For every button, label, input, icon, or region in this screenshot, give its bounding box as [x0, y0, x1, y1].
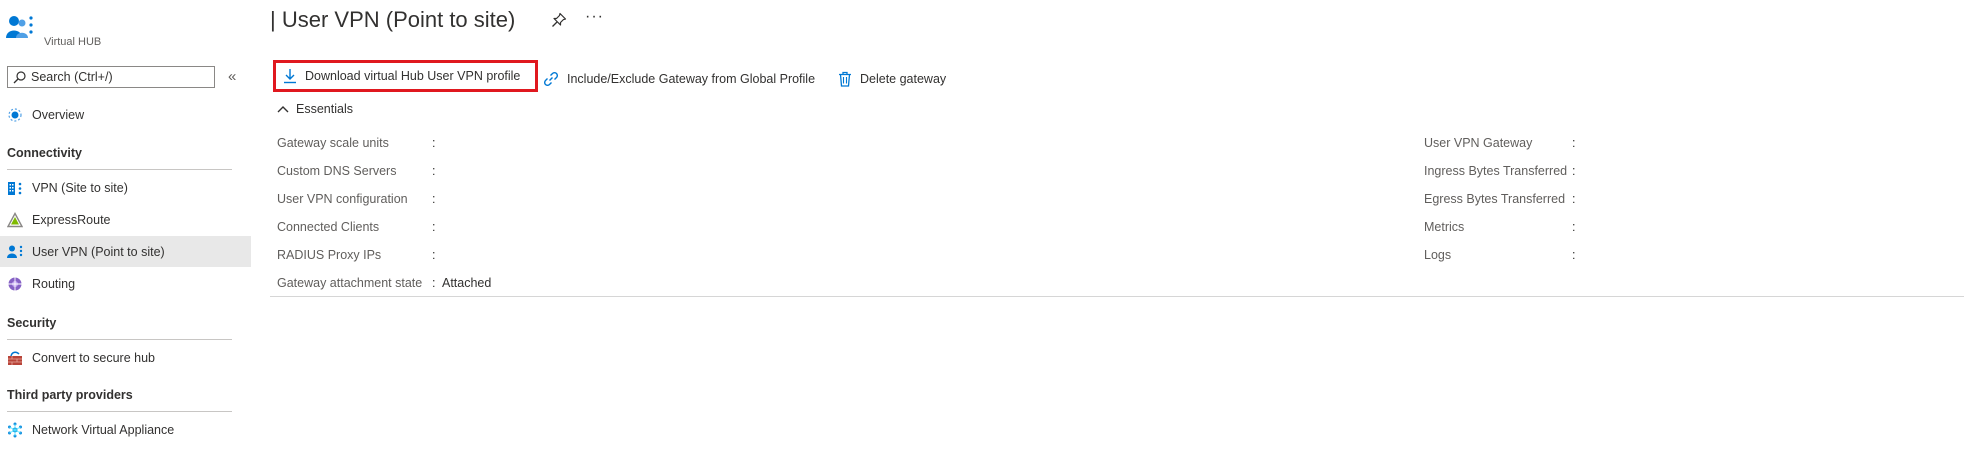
routing-icon [7, 276, 23, 292]
sidebar-item-label: Routing [32, 276, 76, 291]
gateway-attachment-state-value: Attached [442, 276, 492, 290]
sidebar-item-label: Overview [32, 107, 85, 122]
sidebar-item-label: User VPN (Point to site) [32, 244, 165, 259]
property-label: Gateway scale units [277, 136, 389, 150]
pin-button[interactable] [551, 12, 567, 33]
property-colon: : [432, 136, 436, 150]
collapse-sidebar-button[interactable]: « [228, 68, 236, 85]
essentials-toggle[interactable]: Essentials [277, 102, 353, 116]
sidebar-item-vpn-site-to-site[interactable]: VPN (Site to site) [0, 172, 251, 203]
search-box[interactable] [7, 66, 215, 88]
property-label: Egress Bytes Transferred [1424, 192, 1566, 206]
property-label: Ingress Bytes Transferred [1424, 164, 1568, 178]
property-colon: : [1572, 136, 1576, 150]
user-vpn-icon [7, 244, 23, 260]
chevron-up-icon [277, 106, 289, 113]
property-label: Custom DNS Servers [277, 164, 397, 178]
property-label: Logs [1424, 248, 1452, 262]
sidebar-item-overview[interactable]: Overview [0, 99, 251, 130]
sidebar-item-convert-to-secure-hub[interactable]: Convert to secure hub [0, 342, 251, 373]
property-colon: : [1572, 220, 1576, 234]
property-label: User VPN Gateway [1424, 136, 1533, 150]
property-label: Metrics [1424, 220, 1465, 234]
delete-gateway-button[interactable]: Delete gateway [838, 65, 946, 93]
property-colon: : [1572, 248, 1576, 262]
property-colon: : [1572, 164, 1576, 178]
essentials-label: Essentials [296, 102, 353, 116]
section-header-connectivity: Connectivity [7, 146, 83, 160]
vpn-site-icon [7, 180, 23, 196]
property-colon: : [1572, 192, 1576, 206]
sidebar-item-label: ExpressRoute [32, 212, 111, 227]
section-divider [7, 169, 232, 170]
sidebar-item-label: VPN (Site to site) [32, 180, 128, 195]
delete-gateway-label: Delete gateway [860, 72, 947, 86]
expressroute-icon [7, 211, 23, 228]
trash-icon [839, 71, 851, 87]
sidebar-item-network-virtual-appliance[interactable]: Network Virtual Appliance [0, 414, 251, 445]
sidebar-item-expressroute[interactable]: ExpressRoute [0, 204, 251, 235]
firewall-icon [7, 350, 23, 366]
include-exclude-gateway-button[interactable]: Include/Exclude Gateway from Global Prof… [543, 65, 815, 93]
sidebar-item-user-vpn[interactable]: User VPN (Point to site) [0, 236, 251, 267]
section-divider [7, 411, 232, 412]
section-divider [7, 339, 232, 340]
property-label: Connected Clients [277, 220, 380, 234]
section-header-third-party: Third party providers [7, 388, 133, 402]
property-label: User VPN configuration [277, 192, 408, 206]
download-profile-label: Download virtual Hub User VPN profile [305, 69, 521, 83]
property-colon: : [432, 248, 436, 262]
sidebar-item-label: Convert to secure hub [32, 350, 155, 365]
link-icon [543, 71, 559, 87]
property-colon: : [432, 276, 436, 290]
download-icon [284, 69, 296, 84]
include-exclude-gateway-label: Include/Exclude Gateway from Global Prof… [567, 72, 816, 86]
property-colon: : [432, 192, 436, 206]
page-title: | User VPN (Point to site) [270, 7, 516, 32]
sidebar-item-label: Network Virtual Appliance [32, 422, 175, 437]
pin-icon [552, 12, 567, 27]
property-label: RADIUS Proxy IPs [277, 248, 382, 262]
search-icon [13, 70, 26, 83]
resource-type-label: Virtual HUB [44, 36, 102, 48]
property-colon: : [432, 164, 436, 178]
more-options-button[interactable]: ··· [585, 8, 604, 26]
virtual-hub-icon [6, 14, 36, 42]
download-profile-button[interactable]: Download virtual Hub User VPN profile [273, 60, 538, 92]
search-input[interactable] [29, 69, 213, 85]
property-label: Gateway attachment state [277, 276, 423, 290]
essentials-divider [270, 296, 1964, 297]
section-header-security: Security [7, 316, 57, 330]
nva-icon [7, 422, 23, 438]
sidebar-item-routing[interactable]: Routing [0, 268, 251, 299]
overview-icon [7, 107, 23, 123]
property-colon: : [432, 220, 436, 234]
